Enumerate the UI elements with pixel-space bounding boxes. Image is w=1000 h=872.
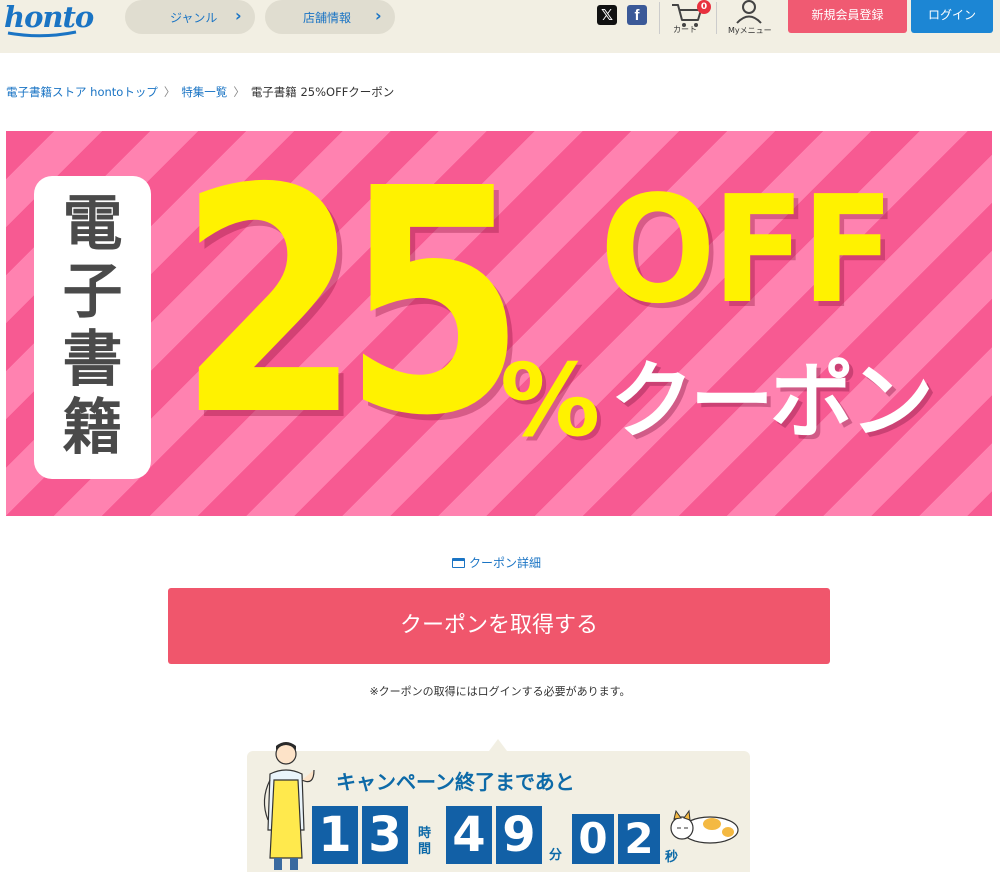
breadcrumb: 電子書籍ストア hontoトップ〉特集一覧〉電子書籍 25%OFFクーポン xyxy=(6,84,394,100)
banner-discount-number: 25 xyxy=(178,131,526,484)
divider xyxy=(716,2,717,34)
campaign-banner: 電子書籍 25 % OFF クーポン xyxy=(6,131,992,516)
countdown-seconds-digit: 2 xyxy=(618,814,660,864)
shop-clerk-illustration-icon xyxy=(263,742,315,870)
coupon-detail-link[interactable]: クーポン詳細 xyxy=(452,554,541,571)
chevron-right-icon: › xyxy=(235,6,242,25)
banner-off: OFF xyxy=(600,164,894,336)
login-button[interactable]: ログイン xyxy=(911,0,993,33)
breadcrumb-current: 電子書籍 25%OFFクーポン xyxy=(250,85,395,99)
card-icon xyxy=(452,558,465,568)
countdown-minutes-unit: 分 xyxy=(549,848,563,863)
breadcrumb-separator: 〉 xyxy=(163,85,176,99)
breadcrumb-separator: 〉 xyxy=(233,85,245,99)
breadcrumb-link-top[interactable]: 電子書籍ストア hontoトップ xyxy=(6,85,158,99)
countdown-hours-unit: 時間 xyxy=(418,826,432,857)
countdown-seconds-digit: 0 xyxy=(572,814,614,864)
countdown-title: キャンペーン終了まであと xyxy=(336,770,575,794)
coupon-detail-label: クーポン詳細 xyxy=(469,556,542,570)
chevron-right-icon: › xyxy=(375,6,382,25)
store-info-nav-button[interactable]: 店舗情報 › xyxy=(265,0,395,34)
banner-vertical-box: 電子書籍 xyxy=(34,176,151,479)
facebook-share-icon[interactable]: f xyxy=(627,5,647,25)
banner-vertical-text: 電子書籍 xyxy=(34,190,151,462)
cart-label: カート xyxy=(673,25,697,34)
store-info-nav-label: 店舗情報 xyxy=(303,11,352,25)
my-menu-label: Myメニュー xyxy=(728,26,772,35)
sleeping-cat-icon xyxy=(670,809,739,844)
x-share-icon[interactable]: 𝕏 xyxy=(597,5,617,25)
login-required-note: ※クーポンの取得にはログインする必要があります。 xyxy=(369,685,631,698)
countdown-minutes-digit: 4 xyxy=(446,806,492,864)
banner-coupon-text: クーポン xyxy=(610,352,934,450)
user-icon[interactable] xyxy=(734,0,764,24)
breadcrumb-link-features[interactable]: 特集一覧 xyxy=(181,85,227,99)
banner-percent: % xyxy=(500,342,601,459)
banner-vertical-char: 電 xyxy=(62,189,123,259)
banner-vertical-char: 書 xyxy=(62,325,123,395)
genre-nav-label: ジャンル xyxy=(170,11,218,25)
banner-vertical-char: 子 xyxy=(62,257,123,327)
site-header: honto ジャンル › 店舗情報 › 𝕏 f 0 カート Myメニュー 新規会… xyxy=(0,0,1000,53)
logo-swoosh-icon xyxy=(7,30,77,38)
countdown-seconds-unit: 秒 xyxy=(665,850,679,865)
divider xyxy=(659,2,660,34)
cart-count-badge: 0 xyxy=(697,0,711,14)
countdown-minutes-digit: 9 xyxy=(496,806,542,864)
banner-vertical-char: 籍 xyxy=(62,393,123,463)
countdown-hours-digit: 1 xyxy=(312,806,358,864)
countdown-pointer xyxy=(489,739,507,751)
countdown-hours-digit: 3 xyxy=(362,806,408,864)
genre-nav-button[interactable]: ジャンル › xyxy=(125,0,255,34)
register-button[interactable]: 新規会員登録 xyxy=(788,0,907,33)
honto-logo[interactable]: honto xyxy=(4,0,94,34)
get-coupon-button[interactable]: クーポンを取得する xyxy=(168,588,830,664)
